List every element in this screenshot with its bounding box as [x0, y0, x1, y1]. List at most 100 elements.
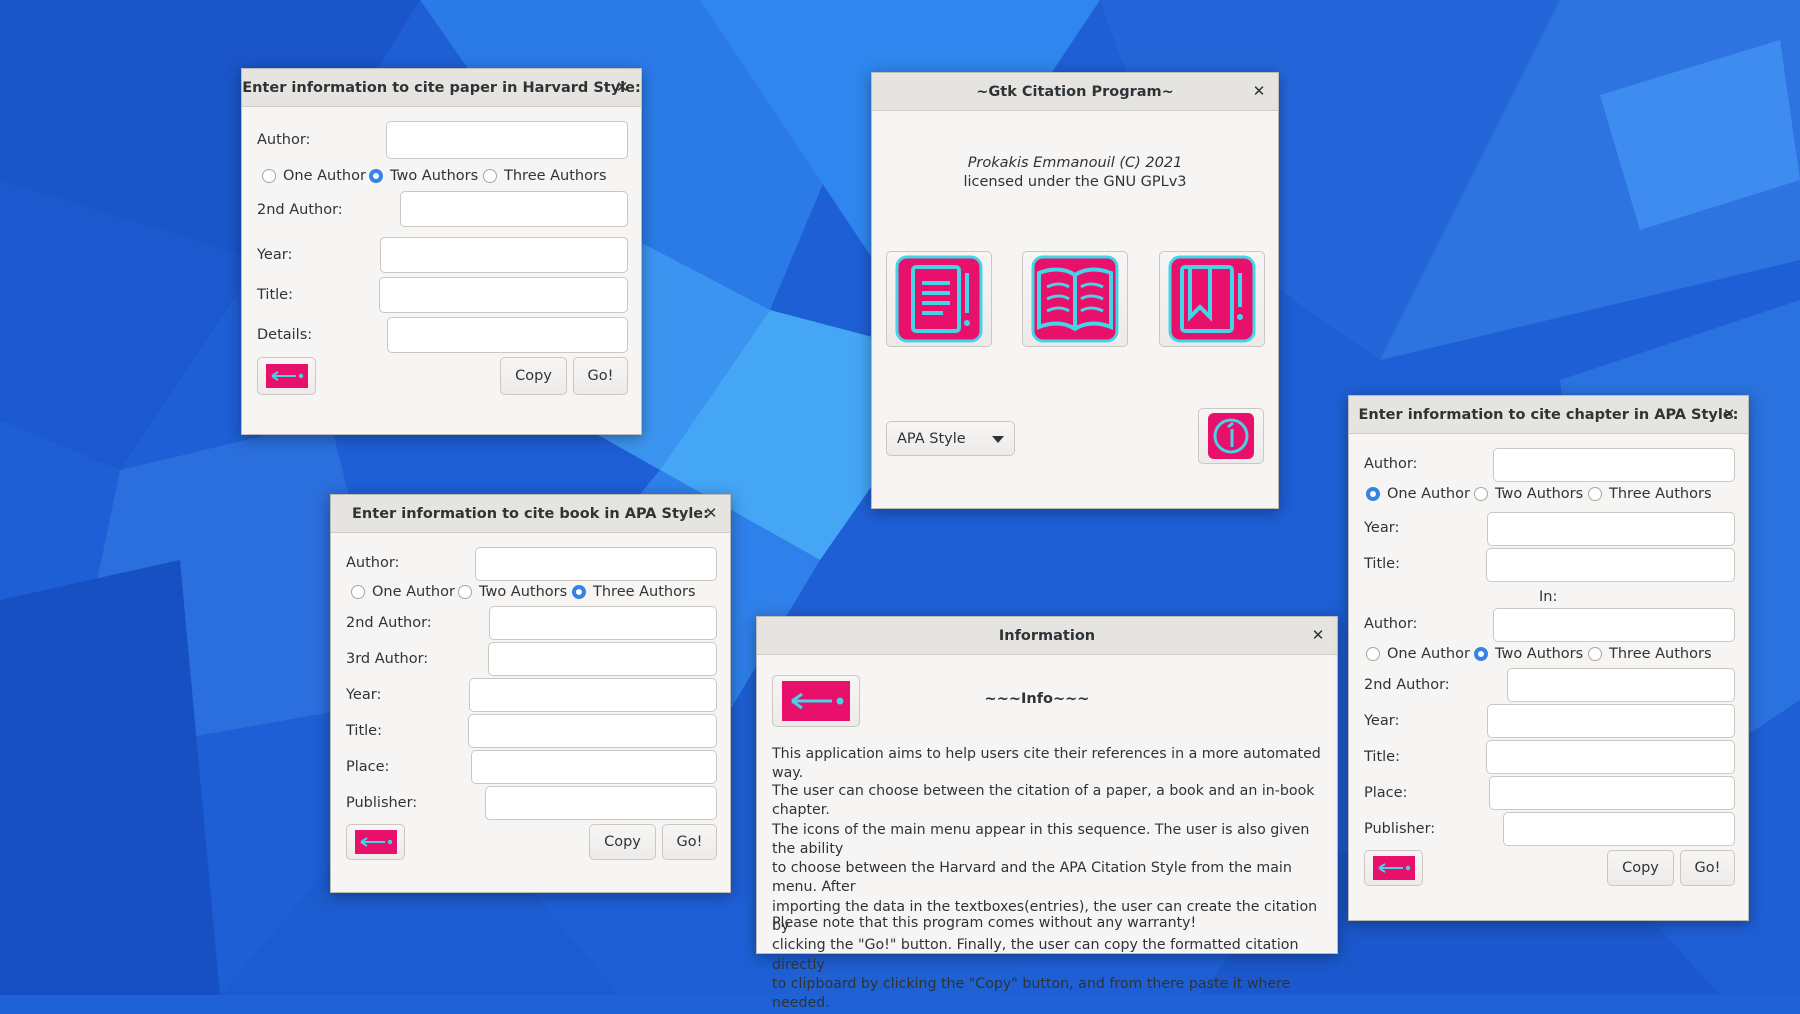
book-titlebar[interactable]: Enter information to cite book in APA St… — [331, 495, 730, 533]
chapter-titlebar[interactable]: Enter information to cite chapter in APA… — [1349, 396, 1748, 434]
title-label: Title: — [346, 723, 382, 739]
author-field[interactable] — [1493, 448, 1735, 482]
place-field[interactable] — [1489, 776, 1735, 810]
title-field[interactable] — [379, 277, 628, 313]
publisher-field[interactable] — [1503, 812, 1735, 846]
style-select[interactable]: APA Style — [886, 421, 1015, 456]
info-button[interactable] — [1198, 408, 1264, 464]
author2-label: 2nd Author: — [257, 202, 343, 218]
close-icon[interactable]: ✕ — [702, 504, 720, 522]
close-icon[interactable]: ✕ — [1250, 82, 1268, 100]
cite-book-button[interactable] — [1022, 251, 1128, 347]
ed-author2-field[interactable] — [1507, 668, 1735, 702]
info-heading: ~~~Info~~~ — [984, 691, 1090, 707]
year-label: Year: — [1364, 520, 1400, 536]
book-icon — [1031, 255, 1119, 343]
back-arrow-icon — [1372, 856, 1415, 880]
author2-field[interactable] — [400, 191, 628, 227]
close-icon[interactable]: ✕ — [1309, 626, 1327, 644]
info-icon — [1208, 413, 1254, 459]
publisher-field[interactable] — [485, 786, 717, 820]
book-apa-window: Enter information to cite book in APA St… — [330, 494, 731, 893]
harvard-paper-window: Enter information to cite paper in Harva… — [241, 68, 642, 435]
title-label: Title: — [257, 287, 293, 303]
back-arrow-icon — [265, 364, 308, 388]
warranty-notice: Please note that this program comes with… — [772, 915, 1197, 931]
chapter-icon — [1168, 255, 1256, 343]
close-icon[interactable]: ✕ — [613, 78, 631, 96]
main-window: ~Gtk Citation Program~ ✕ Prokakis Emmano… — [871, 72, 1279, 509]
details-field[interactable] — [387, 317, 628, 353]
author3-label: 3rd Author: — [346, 651, 429, 667]
style-select-value: APA Style — [897, 430, 966, 447]
chapter-window-title: Enter information to cite chapter in APA… — [1358, 406, 1739, 423]
copy-button[interactable]: Copy — [1607, 850, 1674, 886]
back-button[interactable] — [1364, 850, 1423, 886]
place-label: Place: — [346, 759, 390, 775]
author2-label: 2nd Author: — [346, 615, 432, 631]
radio-one-author[interactable]: One Author — [262, 168, 366, 184]
ed-radio-two-authors[interactable]: Two Authors — [1474, 646, 1583, 662]
go-button[interactable]: Go! — [1680, 850, 1735, 886]
ed-author2-label: 2nd Author: — [1364, 677, 1450, 693]
ed-author-field[interactable] — [1493, 608, 1735, 642]
title-label: Title: — [1364, 556, 1400, 572]
ed-title-label: Title: — [1364, 749, 1400, 765]
radio-three-authors[interactable]: Three Authors — [1588, 486, 1712, 502]
main-window-title: ~Gtk Citation Program~ — [976, 83, 1174, 100]
year-label: Year: — [257, 247, 293, 263]
author-field[interactable] — [475, 547, 717, 581]
ed-year-label: Year: — [1364, 713, 1400, 729]
year-field[interactable] — [380, 237, 628, 273]
credit-line: Prokakis Emmanouil (C) 2021 — [967, 155, 1183, 171]
author-label: Author: — [346, 555, 400, 571]
radio-one-author[interactable]: One Author — [1366, 486, 1470, 502]
chapter-apa-window: Enter information to cite chapter in APA… — [1348, 395, 1749, 921]
chevron-down-icon — [992, 436, 1004, 443]
harvard-titlebar[interactable]: Enter information to cite paper in Harva… — [242, 69, 641, 107]
author-field[interactable] — [386, 121, 628, 159]
license-line: licensed under the GNU GPLv3 — [963, 174, 1187, 190]
author-label: Author: — [1364, 456, 1418, 472]
main-titlebar[interactable]: ~Gtk Citation Program~ ✕ — [872, 73, 1278, 111]
back-button[interactable] — [772, 675, 860, 727]
in-label: In: — [1539, 589, 1558, 605]
author2-field[interactable] — [489, 606, 717, 640]
information-window: Information ✕ ~~~Info~~~ This applicatio… — [756, 616, 1338, 1011]
info-titlebar[interactable]: Information ✕ — [757, 617, 1337, 655]
radio-one-author[interactable]: One Author — [351, 584, 455, 600]
publisher-label: Publisher: — [346, 795, 418, 811]
back-arrow-icon — [782, 681, 850, 721]
radio-two-authors[interactable]: Two Authors — [1474, 486, 1583, 502]
harvard-window-title: Enter information to cite paper in Harva… — [242, 79, 641, 96]
ed-radio-one-author[interactable]: One Author — [1366, 646, 1470, 662]
back-button[interactable] — [257, 357, 316, 395]
cite-chapter-button[interactable] — [1159, 251, 1265, 347]
paper-icon — [895, 255, 983, 343]
info-window-title: Information — [998, 627, 1096, 644]
go-button[interactable]: Go! — [662, 824, 717, 860]
close-icon[interactable]: ✕ — [1720, 405, 1738, 423]
year-field[interactable] — [469, 678, 717, 712]
ed-radio-three-authors[interactable]: Three Authors — [1588, 646, 1712, 662]
cite-paper-button[interactable] — [886, 251, 992, 347]
ed-author-label: Author: — [1364, 616, 1418, 632]
radio-three-authors[interactable]: Three Authors — [483, 168, 607, 184]
author-label: Author: — [257, 132, 311, 148]
go-button[interactable]: Go! — [573, 357, 628, 395]
author3-field[interactable] — [488, 642, 717, 676]
radio-two-authors[interactable]: Two Authors — [458, 584, 567, 600]
ed-year-field[interactable] — [1487, 704, 1735, 738]
copy-button[interactable]: Copy — [500, 357, 567, 395]
radio-two-authors[interactable]: Two Authors — [369, 168, 478, 184]
info-paragraph-1: This application aims to help users cite… — [772, 746, 1321, 782]
back-button[interactable] — [346, 824, 405, 860]
title-field[interactable] — [468, 714, 717, 748]
ed-title-field[interactable] — [1486, 740, 1735, 774]
copy-button[interactable]: Copy — [589, 824, 656, 860]
radio-three-authors[interactable]: Three Authors — [572, 584, 696, 600]
info-paragraph-2: The user can choose between the citation… — [772, 783, 1318, 1012]
place-field[interactable] — [471, 750, 717, 784]
title-field[interactable] — [1486, 548, 1735, 582]
year-field[interactable] — [1487, 512, 1735, 546]
